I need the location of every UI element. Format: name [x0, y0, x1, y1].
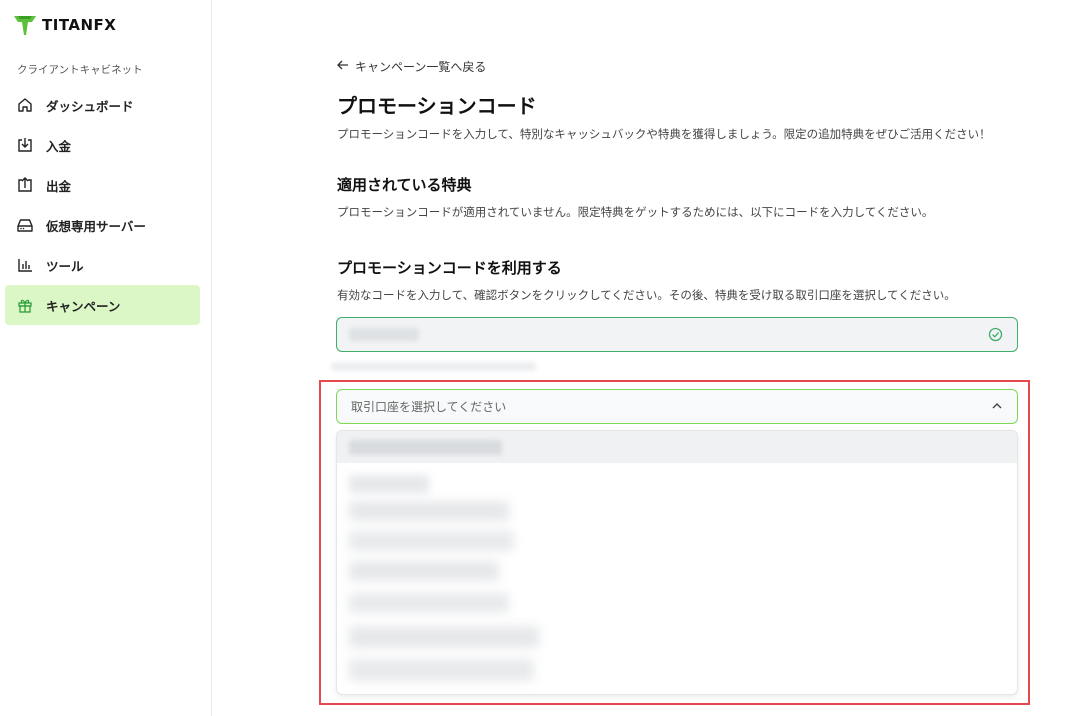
withdraw-icon	[16, 176, 34, 194]
redacted-option[interactable]	[349, 593, 509, 613]
main-content: キャンペーン一覧へ戻る プロモーションコード プロモーションコードを入力して、特…	[213, 0, 1086, 716]
promo-code-input[interactable]	[336, 317, 1018, 352]
account-select[interactable]: 取引口座を選択してください	[336, 389, 1018, 424]
sidebar-nav: ダッシュボード 入金 出金 仮想専用サーバー ツール キャンペーン	[5, 85, 200, 325]
redacted-option	[349, 440, 502, 455]
server-icon	[16, 216, 34, 234]
sidebar-item-label: 入金	[46, 138, 72, 154]
chart-icon	[16, 256, 34, 274]
logo-text: TITANFX	[42, 16, 117, 34]
redacted-option[interactable]	[349, 659, 534, 681]
redacted-option[interactable]	[349, 501, 509, 521]
redacted-option[interactable]	[349, 626, 539, 648]
account-dropdown	[336, 430, 1018, 695]
redacted-hint-text	[331, 362, 536, 371]
use-code-heading: プロモーションコードを利用する	[337, 259, 562, 277]
redacted-option[interactable]	[349, 531, 514, 551]
redacted-code	[349, 328, 419, 341]
gift-icon	[16, 296, 34, 314]
sidebar-item-vps[interactable]: 仮想専用サーバー	[5, 205, 200, 245]
sidebar: TITANFX クライアントキャビネット ダッシュボード 入金 出金 仮想専用サ…	[0, 0, 212, 716]
sidebar-item-campaign[interactable]: キャンペーン	[5, 285, 200, 325]
sidebar-section-label: クライアントキャビネット	[17, 64, 143, 76]
sidebar-item-label: キャンペーン	[46, 298, 121, 314]
home-icon	[16, 96, 34, 114]
sidebar-item-label: 仮想専用サーバー	[46, 218, 146, 234]
sidebar-item-label: ツール	[46, 258, 84, 274]
redacted-option[interactable]	[349, 561, 499, 581]
applied-benefits-heading: 適用されている特典	[337, 176, 472, 194]
back-link-label: キャンペーン一覧へ戻る	[355, 60, 487, 74]
deposit-icon	[16, 136, 34, 154]
page-description: プロモーションコードを入力して、特別なキャッシュバックや特典を獲得しましょう。限…	[337, 127, 991, 141]
sidebar-item-dashboard[interactable]: ダッシュボード	[5, 85, 200, 125]
titanfx-logo-icon	[14, 16, 36, 35]
arrow-left-icon	[337, 59, 349, 74]
dropdown-option[interactable]	[337, 431, 1017, 463]
account-select-placeholder: 取引口座を選択してください	[351, 400, 507, 414]
sidebar-item-deposit[interactable]: 入金	[5, 125, 200, 165]
use-code-text: 有効なコードを入力して、確認ボタンをクリックしてください。その後、特典を受け取る…	[337, 288, 956, 302]
applied-benefits-text: プロモーションコードが適用されていません。限定特典をゲットするためには、以下にコ…	[337, 205, 934, 219]
back-to-campaigns-link[interactable]: キャンペーン一覧へ戻る	[337, 58, 486, 75]
chevron-up-icon	[991, 400, 1003, 412]
sidebar-item-label: 出金	[46, 178, 72, 194]
sidebar-item-label: ダッシュボード	[46, 98, 134, 114]
check-circle-icon	[988, 327, 1003, 342]
sidebar-item-tools[interactable]: ツール	[5, 245, 200, 285]
titanfx-logo[interactable]: TITANFX	[13, 14, 116, 36]
sidebar-item-withdraw[interactable]: 出金	[5, 165, 200, 205]
page-title: プロモーションコード	[337, 94, 537, 118]
redacted-option[interactable]	[349, 475, 429, 493]
